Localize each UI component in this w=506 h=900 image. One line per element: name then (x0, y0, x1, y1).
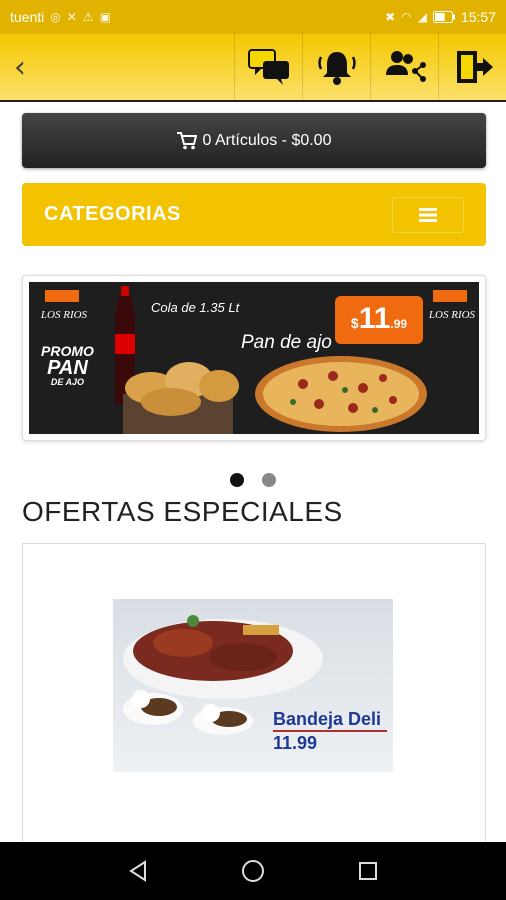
brand-logo-right: LOS RIOS (428, 290, 476, 321)
categories-bar[interactable]: CATEGORIAS (22, 183, 486, 246)
app-header: ‹ (0, 33, 506, 102)
users-share-icon (385, 51, 426, 82)
battery-icon (432, 11, 455, 23)
nav-recents-button[interactable] (348, 851, 388, 891)
carousel-dot[interactable] (262, 473, 276, 487)
triangle-back-icon (128, 860, 146, 882)
warning-icon: ⚠ (82, 10, 94, 24)
promo-line3: DE AJO (50, 377, 85, 387)
categories-title: CATEGORIAS (44, 203, 181, 225)
back-icon: ‹ (14, 49, 26, 85)
promo-text: PROMO PAN DE AJO (41, 344, 94, 387)
logout-button[interactable] (438, 33, 506, 101)
price-tag: $ 11 .99 (335, 296, 423, 344)
square-recents-icon (359, 862, 378, 880)
whatsapp-icon: ◎ (50, 10, 61, 24)
promo-line1: PROMO (41, 343, 94, 359)
signal-icon: ◢ (417, 10, 427, 24)
wifi-icon: ◠ (401, 10, 412, 24)
food-platter-image (123, 615, 387, 735)
hamburger-icon (419, 207, 437, 222)
categories-menu-button[interactable] (392, 196, 464, 233)
chat-icon (247, 49, 289, 85)
carousel-indicators (0, 473, 506, 487)
status-right: ✖ ◠ ◢ 15:57 (385, 9, 496, 25)
circle-home-icon (241, 860, 264, 882)
offer-price: 11.99 (273, 733, 318, 753)
offer-name: Bandeja Deli (273, 709, 382, 729)
logout-icon (456, 51, 493, 83)
price-cents: .99 (390, 317, 408, 331)
promo-banner[interactable]: LOS RIOS PROMO PAN DE AJO Cola de 1.35 L… (29, 282, 479, 434)
svg-text:LOS RIOS: LOS RIOS (428, 309, 476, 321)
nav-back-button[interactable] (118, 851, 158, 891)
bell-icon (317, 52, 356, 85)
price-currency: $ (350, 315, 359, 331)
missed-call-icon: ✕ (66, 10, 77, 24)
back-button[interactable]: ‹ (0, 33, 40, 101)
header-actions (234, 33, 506, 101)
promo-carousel[interactable]: LOS RIOS PROMO PAN DE AJO Cola de 1.35 L… (22, 275, 486, 441)
carousel-dot[interactable] (230, 473, 244, 487)
offer-card[interactable]: Bandeja Deli 11.99 (22, 543, 486, 853)
chat-button[interactable] (234, 33, 302, 101)
nav-home-button[interactable] (233, 851, 273, 891)
offers-title: OFERTAS ESPECIALES (22, 496, 343, 527)
pan-text: Pan de ajo (241, 332, 332, 353)
garlic-bread-image (123, 362, 239, 434)
svg-text:LOS RIOS: LOS RIOS (40, 309, 88, 321)
share-users-button[interactable] (370, 33, 438, 101)
price-main: 11 (358, 302, 391, 335)
status-left: tuenti ◎ ✕ ⚠ ▣ (10, 9, 111, 25)
image-icon: ▣ (99, 10, 111, 24)
offer-image[interactable]: Bandeja Deli 11.99 (113, 599, 393, 772)
cart-label: 0 Artículos - $0.00 (202, 131, 332, 149)
notifications-button[interactable] (302, 33, 370, 101)
cola-text: Cola de 1.35 Lt (151, 300, 240, 315)
status-bar: tuenti ◎ ✕ ⚠ ▣ ✖ ◠ ◢ 15:57 (0, 0, 506, 34)
system-nav-bar (0, 842, 506, 900)
pizza-image (255, 356, 427, 432)
cart-icon (176, 131, 197, 149)
mute-icon: ✖ (385, 10, 396, 24)
promo-line2: PAN (47, 357, 88, 379)
brand-logo-left: LOS RIOS (40, 290, 88, 321)
clock: 15:57 (460, 9, 496, 25)
carrier-label: tuenti (10, 9, 45, 25)
cart-button[interactable]: 0 Artículos - $0.00 (22, 113, 486, 168)
